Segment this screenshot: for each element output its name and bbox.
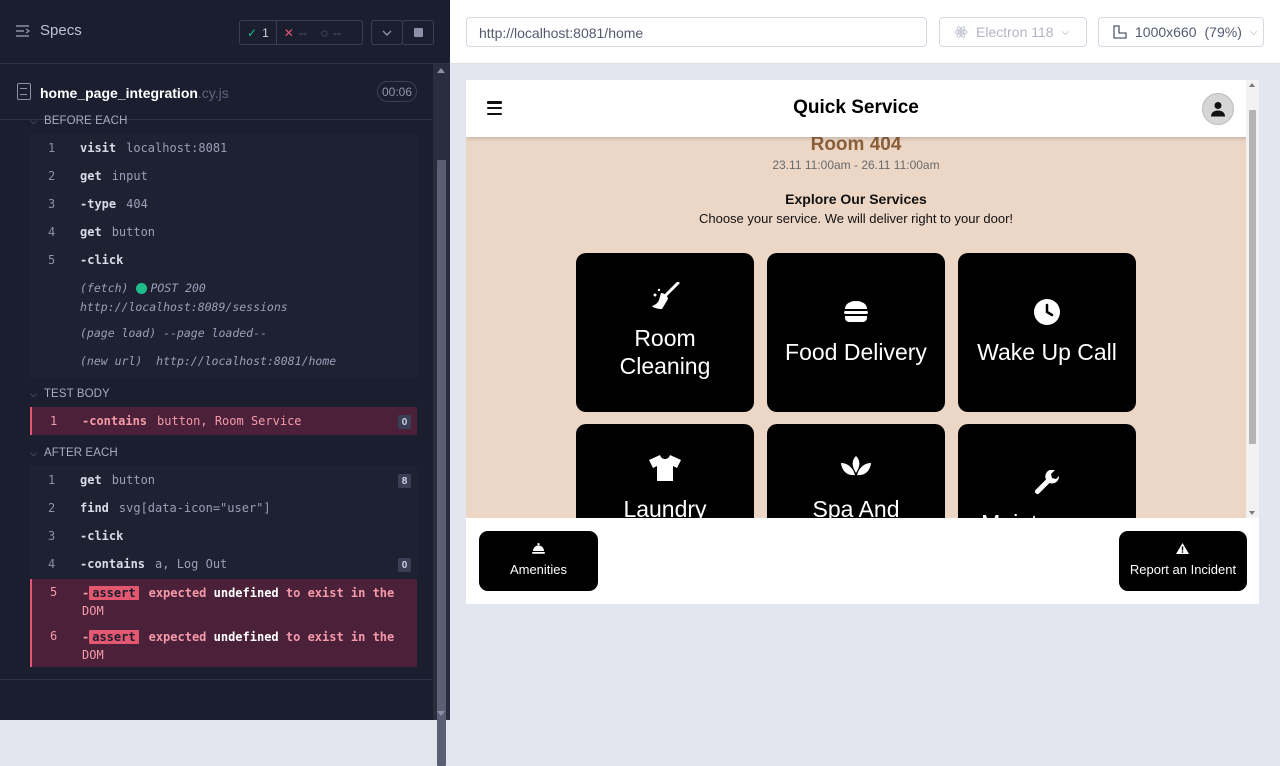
chevron-down-icon	[382, 30, 392, 36]
app-content: Room 404 23.11 11:00am - 26.11 11:00am E…	[466, 137, 1246, 518]
element-count-badge: 8	[398, 474, 411, 488]
service-card-wake-up-call[interactable]: Wake Up Call	[958, 253, 1136, 412]
ruler-icon	[1113, 25, 1127, 39]
assert-tag: assert	[89, 630, 139, 644]
status-dot-icon	[136, 283, 148, 294]
specs-header: Specs ✓ 1 ✕ -- ◌ --	[0, 0, 450, 64]
failed-assert-row[interactable]: 5 - assert expected undefined to exist in …	[30, 579, 417, 623]
command-row[interactable]: 3 -click	[30, 522, 417, 550]
scroll-down-icon[interactable]	[437, 711, 445, 716]
check-icon: ✓	[247, 25, 258, 40]
spec-duration: 00:06	[377, 81, 417, 102]
test-stats: ✓ 1 ✕ -- ◌ --	[239, 20, 363, 45]
warning-icon	[1176, 543, 1189, 554]
command-row[interactable]: 3 -type 404	[30, 190, 417, 218]
command-row[interactable]: 2 get input	[30, 162, 417, 190]
command-log-scrollbar[interactable]	[433, 64, 450, 766]
after-each-header[interactable]: ⌵ AFTER EACH	[30, 447, 118, 459]
service-card-food-delivery[interactable]: Food Delivery	[767, 253, 945, 412]
element-count-badge: 0	[398, 558, 411, 572]
test-body-header[interactable]: ⌵ TEST BODY	[30, 388, 110, 400]
divider	[0, 679, 432, 680]
spa-icon	[841, 456, 871, 476]
user-icon	[1211, 102, 1225, 117]
app-under-test: Quick Service Room 404 23.11 11:00am - 2…	[466, 80, 1259, 604]
service-card-maintenance[interactable]: Maintenance	[958, 424, 1136, 518]
room-number: Room 404	[810, 137, 902, 155]
scroll-thumb[interactable]	[437, 160, 446, 766]
scroll-up-icon[interactable]	[1249, 83, 1255, 87]
new-url-log[interactable]: (new url) http://localhost:8081/home	[80, 354, 336, 368]
report-incident-button[interactable]: Report an Incident	[1119, 531, 1247, 591]
chevron-down-icon: ⌵	[30, 115, 37, 126]
file-icon	[17, 83, 31, 100]
broom-icon	[652, 282, 680, 309]
app-scrollbar[interactable]	[1246, 80, 1259, 518]
services-heading: Explore Our Services	[785, 191, 927, 207]
service-card-spa[interactable]: Spa And	[767, 424, 945, 518]
command-log-panel: Specs ✓ 1 ✕ -- ◌ -- home_page_integration.c…	[0, 0, 450, 766]
passed-stat: ✓ 1	[240, 21, 277, 44]
specs-label: Specs	[40, 22, 82, 39]
pending-stat: ◌ --	[320, 25, 341, 40]
failed-stat: ✕ --	[283, 25, 307, 40]
amenities-button[interactable]: Amenities	[479, 531, 598, 591]
stay-dates: 23.11 11:00am - 26.11 11:00am	[772, 158, 940, 172]
browser-selector[interactable]: Electron 118 ⌵	[939, 17, 1087, 47]
url-bar[interactable]: http://localhost:8081/home	[466, 17, 927, 47]
bell-icon	[532, 543, 545, 554]
chevron-down-icon: ⌵	[1249, 26, 1258, 38]
shirt-icon	[649, 455, 681, 481]
command-row[interactable]: 1 visit localhost:8081	[30, 134, 417, 162]
failed-assert-row[interactable]: 6 - assert expected undefined to exist in …	[30, 623, 417, 667]
command-row[interactable]: 5 -click	[30, 246, 417, 274]
scroll-down-icon[interactable]	[1249, 511, 1255, 515]
stop-icon	[413, 28, 423, 37]
x-icon: ✕	[283, 25, 294, 40]
chevron-down-icon: ⌵	[1061, 26, 1070, 38]
app-title: Quick Service	[793, 97, 919, 118]
clock-icon	[1034, 299, 1060, 325]
stop-button[interactable]	[402, 20, 434, 45]
services-subheading: Choose your service. We will deliver rig…	[698, 211, 1014, 226]
app-header: Quick Service	[466, 80, 1259, 137]
wrench-icon	[1035, 470, 1060, 494]
page-load-log[interactable]: (page load) --page loaded--	[80, 326, 267, 340]
element-count-badge: 0	[398, 415, 411, 429]
command-row[interactable]: 4 -contains a, Log Out 0	[30, 550, 417, 578]
command-row[interactable]: 1 get button 8	[30, 466, 417, 494]
command-row[interactable]: 2 find svg[data-icon="user"]	[30, 494, 417, 522]
command-row[interactable]: 4 get button	[30, 218, 417, 246]
specs-list-icon	[16, 24, 30, 37]
scroll-thumb[interactable]	[1249, 110, 1256, 444]
electron-icon	[954, 26, 968, 38]
chevron-down-icon: ⌵	[30, 388, 37, 399]
viewport-info[interactable]: 1000x660 (79%) ⌵	[1098, 17, 1264, 47]
fetch-log[interactable]: (fetch) POST 200	[80, 281, 206, 295]
user-menu-button[interactable]	[1202, 93, 1234, 125]
spinner-icon: ◌	[320, 25, 328, 40]
chevron-down-button[interactable]	[371, 20, 403, 45]
failed-command-row[interactable]: 1 -contains button, Room Service 0	[30, 407, 417, 435]
spec-file-header[interactable]: home_page_integration.cy.js	[0, 64, 432, 120]
spec-file-name: home_page_integration.cy.js	[40, 85, 229, 101]
assert-tag: assert	[89, 586, 139, 600]
burger-icon	[844, 301, 868, 322]
before-each-header[interactable]: ⌵ BEFORE EACH	[30, 115, 127, 127]
specs-toggle[interactable]: Specs	[16, 22, 82, 39]
fetch-url: http://localhost:8089/sessions	[80, 300, 288, 314]
app-footer: Amenities Report an Incident	[466, 518, 1259, 604]
chevron-down-icon: ⌵	[30, 447, 37, 458]
scroll-up-icon[interactable]	[437, 68, 445, 73]
service-card-laundry[interactable]: Laundry	[576, 424, 754, 518]
service-card-room-cleaning[interactable]: Room Cleaning	[576, 253, 754, 412]
